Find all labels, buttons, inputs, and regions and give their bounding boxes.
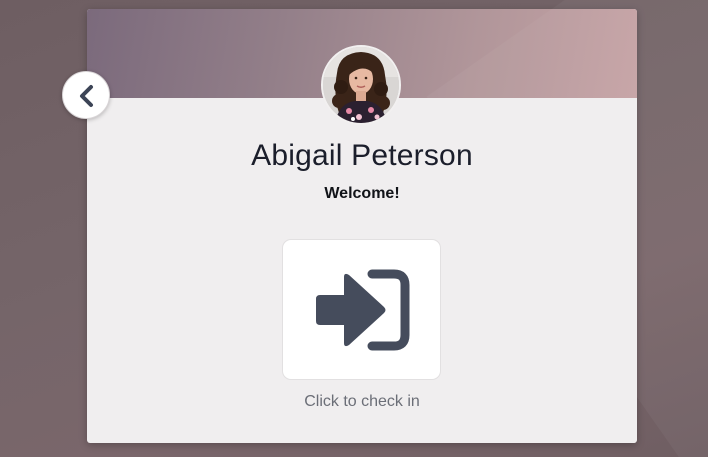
check-in-button[interactable] xyxy=(282,239,441,380)
checkin-card: Abigail Peterson Welcome! Click to check… xyxy=(87,9,637,443)
kiosk-backdrop: Abigail Peterson Welcome! Click to check… xyxy=(0,0,708,457)
avatar-photo xyxy=(323,47,399,123)
back-button[interactable] xyxy=(62,71,110,119)
sign-in-icon xyxy=(314,269,410,356)
employee-name: Abigail Peterson xyxy=(251,139,473,172)
check-in-label: Click to check in xyxy=(304,393,420,410)
avatar xyxy=(321,45,401,125)
welcome-message: Welcome! xyxy=(324,185,400,202)
chevron-left-icon xyxy=(80,85,93,107)
